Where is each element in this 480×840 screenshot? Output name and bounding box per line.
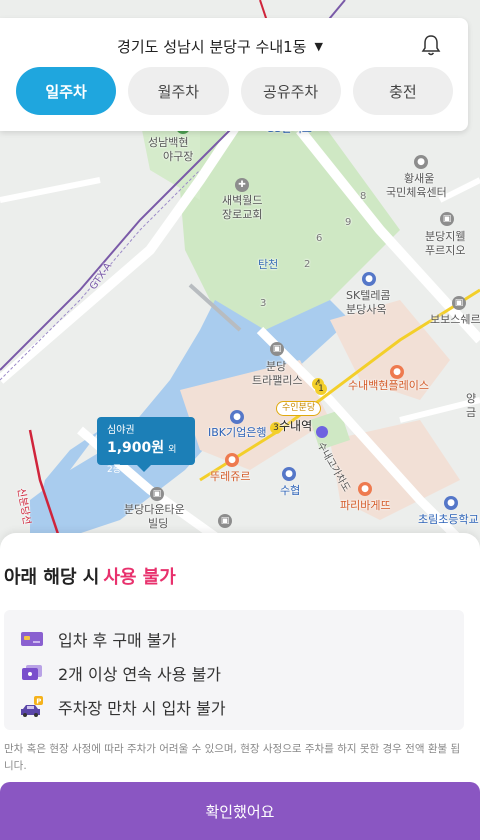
apartment-icon: ▣ xyxy=(270,342,284,356)
bakery-icon: ● xyxy=(358,482,372,496)
map-label-trapalace: 트라팰리스 xyxy=(252,374,303,387)
tab-daily-parking[interactable]: 일주차 xyxy=(16,67,117,115)
map-number: 3 xyxy=(260,298,267,309)
map-label-building: 빌딩 xyxy=(148,517,169,530)
map-number: 8 xyxy=(360,191,367,202)
map-label-janglo: 장로교회 xyxy=(222,208,263,221)
map-label-sk: SK텔레콤 xyxy=(346,289,391,302)
church-icon: ✚ xyxy=(235,178,249,192)
store-icon: ● xyxy=(390,365,404,379)
svg-text:P: P xyxy=(36,698,41,706)
map-label-sk-office: 분당사옥 xyxy=(346,303,387,316)
map-label-ibk: IBK기업은행 xyxy=(208,426,267,439)
subway-exit-icon: 1 xyxy=(315,383,327,395)
caret-down-icon: ▼ xyxy=(314,40,323,53)
map-number: 2 xyxy=(304,259,311,270)
map-label-suhyup: 수협 xyxy=(280,484,301,497)
sports-icon: ● xyxy=(414,155,428,169)
disclaimer-text: 만차 혹은 현장 사정에 따라 주차가 어려울 수 있으며, 현장 사정으로 주… xyxy=(4,743,461,772)
rules-box: 입차 후 구매 불가 2개 이상 연속 사용 불가 P 주차장 만차 시 입차 … xyxy=(4,610,464,730)
rule-item: 입차 후 구매 불가 xyxy=(20,622,464,656)
map-label-tuleju: 뚜레쥬르 xyxy=(210,470,251,483)
sheet-title: 아래 해당 시 사용 불가 xyxy=(4,563,176,589)
map-label-chorim: 초림초등학교 xyxy=(418,513,479,526)
map-label-pureujio: 푸르지오 xyxy=(425,244,466,257)
top-panel: 경기도 성남시 분당구 수내1동 ▼ 일주차 월주차 공유주차 충전 xyxy=(0,18,468,131)
bank-icon: ● xyxy=(230,410,244,424)
building-icon: ▣ xyxy=(218,514,232,528)
card-icon xyxy=(20,627,44,651)
tab-charging[interactable]: 충전 xyxy=(352,67,453,115)
map-label-bundang: 분당 xyxy=(266,360,287,373)
map-number: 6 xyxy=(316,233,323,244)
rule-text: 입차 후 구매 불가 xyxy=(58,631,177,650)
line-badge: 수인분당 xyxy=(276,401,322,416)
apartment-icon: ▣ xyxy=(452,296,466,310)
ticket-icon xyxy=(20,661,44,685)
tab-monthly-parking[interactable]: 월주차 xyxy=(128,67,229,115)
map-label-sunae-station: 수내역 xyxy=(279,419,313,433)
building-icon: ▣ xyxy=(150,487,164,501)
map-label-tancheon: 탄천 xyxy=(258,258,279,271)
confirm-button[interactable]: 확인했어요 xyxy=(0,782,480,840)
sheet-title-prefix: 아래 해당 시 xyxy=(4,567,100,588)
car-parking-icon: P xyxy=(20,695,44,719)
rule-text: 주차장 만차 시 입차 불가 xyxy=(58,699,226,718)
map-label-downtown: 분당다운타운 xyxy=(124,503,185,516)
bank-icon: ● xyxy=(282,467,296,481)
map-label-bobos: 보보스쉐르 xyxy=(430,313,480,326)
apartment-icon: ▣ xyxy=(440,212,454,226)
map-label-paris: 파리바게뜨 xyxy=(340,499,391,512)
price-type: 심야권 xyxy=(107,425,135,436)
parking-price-marker[interactable]: 심야권 1,900원 외 2종 xyxy=(97,417,195,475)
bell-icon[interactable] xyxy=(420,33,442,57)
map-label-hwangsaeul: 황새울 xyxy=(404,172,435,185)
map-label-yagujang: 야구장 xyxy=(163,150,194,163)
current-location-icon[interactable] xyxy=(316,426,328,438)
map-label-subaek: 수내백현플레이스 xyxy=(348,379,429,392)
map-number: 9 xyxy=(345,217,352,228)
tab-shared-parking[interactable]: 공유주차 xyxy=(240,67,341,115)
rule-item: 2개 이상 연속 사용 불가 xyxy=(20,656,464,690)
bakery-icon: ● xyxy=(225,453,239,467)
map-label-sports: 국민체육센터 xyxy=(386,186,447,199)
map-label-seongnam: 성남백현 xyxy=(148,136,189,149)
sheet-title-highlight: 사용 불가 xyxy=(103,567,176,588)
price-value: 1,900원 xyxy=(107,440,165,456)
school-icon: ● xyxy=(444,496,458,510)
rule-item: P 주차장 만차 시 입차 불가 xyxy=(20,690,464,724)
map-label-yang: 양 xyxy=(466,392,477,405)
map-label-geum: 금 xyxy=(466,406,477,419)
map-label-saebyeok: 새벽월드 xyxy=(222,194,263,207)
parking-type-tabs: 일주차 월주차 공유주차 충전 xyxy=(16,67,453,115)
location-text: 경기도 성남시 분당구 수내1동 xyxy=(117,38,307,56)
rule-text: 2개 이상 연속 사용 불가 xyxy=(58,665,222,684)
location-selector[interactable]: 경기도 성남시 분당구 수내1동 ▼ xyxy=(0,36,440,57)
office-icon: ● xyxy=(362,272,376,286)
map-label-gimul: 분당지웰 xyxy=(425,230,466,243)
